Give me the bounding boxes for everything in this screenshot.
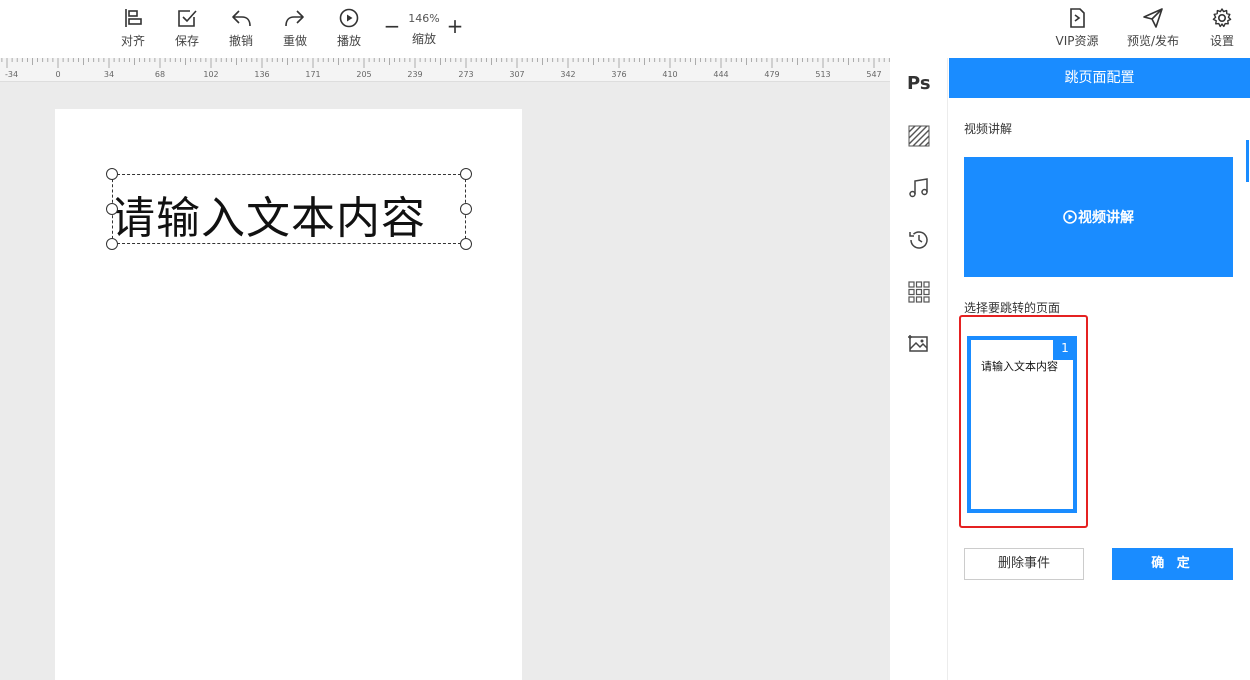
confirm-button[interactable]: 确 定 xyxy=(1112,548,1233,580)
resize-handle-middle-left[interactable] xyxy=(106,203,118,215)
ruler-label: 307 xyxy=(509,70,524,79)
side-tool-rail: Ps xyxy=(890,58,948,680)
video-explain-content: 视频讲解 xyxy=(964,207,1233,227)
music-icon[interactable] xyxy=(907,176,931,200)
panel-title: 跳页面配置 xyxy=(949,58,1250,98)
ruler-label: 513 xyxy=(815,70,830,79)
resize-handle-top-right[interactable] xyxy=(460,168,472,180)
play-label: 播放 xyxy=(336,34,361,48)
history-icon[interactable] xyxy=(907,228,931,252)
send-icon xyxy=(1143,8,1163,28)
zoom-value: 146% xyxy=(408,12,440,25)
resize-handle-middle-right[interactable] xyxy=(460,203,472,215)
ps-icon[interactable]: Ps xyxy=(907,72,931,96)
resize-handle-bottom-left[interactable] xyxy=(106,238,118,250)
vip-resource-icon xyxy=(1070,8,1085,28)
top-toolbar: 对齐 保存 撤销 重做 播放 − 146% 缩放 + VIP资源 预览/发布 设… xyxy=(0,0,1250,58)
redo-icon xyxy=(285,10,304,27)
zoom-in-button[interactable]: + xyxy=(445,16,465,36)
page-jump-config-panel: 跳页面配置 视频讲解 视频讲解 选择要跳转的页面 请输入文本内容 1 删除事件 … xyxy=(949,58,1250,680)
gear-icon xyxy=(1212,8,1232,28)
publish-label: 预览/发布 xyxy=(1126,34,1180,48)
page-canvas[interactable]: 请输入文本内容 xyxy=(55,109,522,680)
align-button[interactable]: 对齐 xyxy=(108,7,158,51)
save-check-icon xyxy=(178,10,197,27)
selected-text-element[interactable]: 请输入文本内容 xyxy=(106,168,472,250)
zoom-out-button[interactable]: − xyxy=(382,16,402,36)
align-label: 对齐 xyxy=(120,34,145,48)
settings-button[interactable]: 设置 xyxy=(1197,7,1247,51)
align-icon xyxy=(125,9,142,27)
page-selection-highlight: 请输入文本内容 1 xyxy=(959,315,1088,528)
resize-handle-bottom-right[interactable] xyxy=(460,238,472,250)
play-circle-icon xyxy=(339,8,359,28)
ruler-label: 34 xyxy=(104,70,114,79)
page-thumbnail[interactable]: 请输入文本内容 1 xyxy=(967,336,1077,513)
zoom-control: − 146% 缩放 + xyxy=(378,10,468,50)
redo-button[interactable]: 重做 xyxy=(270,7,320,51)
ruler-label: 0 xyxy=(55,70,60,79)
ruler-label: 205 xyxy=(356,70,371,79)
settings-label: 设置 xyxy=(1209,34,1234,48)
image-icon[interactable] xyxy=(907,332,931,356)
vip-label: VIP资源 xyxy=(1055,34,1099,48)
preview-publish-button[interactable]: 预览/发布 xyxy=(1122,7,1184,51)
play-button[interactable]: 播放 xyxy=(324,7,374,51)
horizontal-ruler: -34 0 34 68 102 136 171 205 239 273 307 342 376 410 44… xyxy=(0,58,890,82)
save-button[interactable]: 保存 xyxy=(162,7,212,51)
resize-handle-top-left[interactable] xyxy=(106,168,118,180)
ruler-label: -34 xyxy=(5,70,18,79)
play-circle-icon xyxy=(1063,210,1077,224)
ruler-label: 342 xyxy=(560,70,575,79)
ruler-label: 239 xyxy=(407,70,422,79)
ruler-label: 410 xyxy=(662,70,677,79)
ruler-label: 444 xyxy=(713,70,728,79)
video-section-label: 视频讲解 xyxy=(964,122,1013,136)
video-explain-label: 视频讲解 xyxy=(1078,210,1134,226)
page-number-badge: 1 xyxy=(1053,336,1077,360)
ruler-label: 273 xyxy=(458,70,473,79)
save-label: 保存 xyxy=(174,34,199,48)
ruler-label: 102 xyxy=(203,70,218,79)
text-element-content[interactable]: 请输入文本内容 xyxy=(111,182,426,246)
undo-button[interactable]: 撤销 xyxy=(216,7,266,51)
vip-resources-button[interactable]: VIP资源 xyxy=(1050,7,1104,51)
ruler-label: 68 xyxy=(155,70,165,79)
video-explain-button[interactable]: 视频讲解 xyxy=(964,157,1233,277)
delete-event-button[interactable]: 删除事件 xyxy=(964,548,1084,580)
grid-icon[interactable] xyxy=(907,280,931,304)
redo-label: 重做 xyxy=(282,34,307,48)
scrollbar-indicator[interactable] xyxy=(1246,140,1249,182)
ruler-label: 171 xyxy=(305,70,320,79)
ruler-scale: -34 0 34 68 102 136 171 205 239 273 307 342 376 410 44… xyxy=(1,58,890,79)
ruler-label: 376 xyxy=(611,70,626,79)
texture-icon[interactable] xyxy=(907,124,931,148)
ruler-label: 479 xyxy=(764,70,779,79)
undo-label: 撤销 xyxy=(228,34,253,48)
pages-section-label: 选择要跳转的页面 xyxy=(964,301,1061,315)
canvas-area[interactable]: 请输入文本内容 xyxy=(0,82,890,680)
zoom-label: 缩放 xyxy=(411,32,436,46)
undo-icon xyxy=(232,10,251,27)
ruler-label: 547 xyxy=(866,70,881,79)
page-thumbnail-text: 请输入文本内容 xyxy=(981,360,1058,373)
ruler-label: 136 xyxy=(254,70,269,79)
